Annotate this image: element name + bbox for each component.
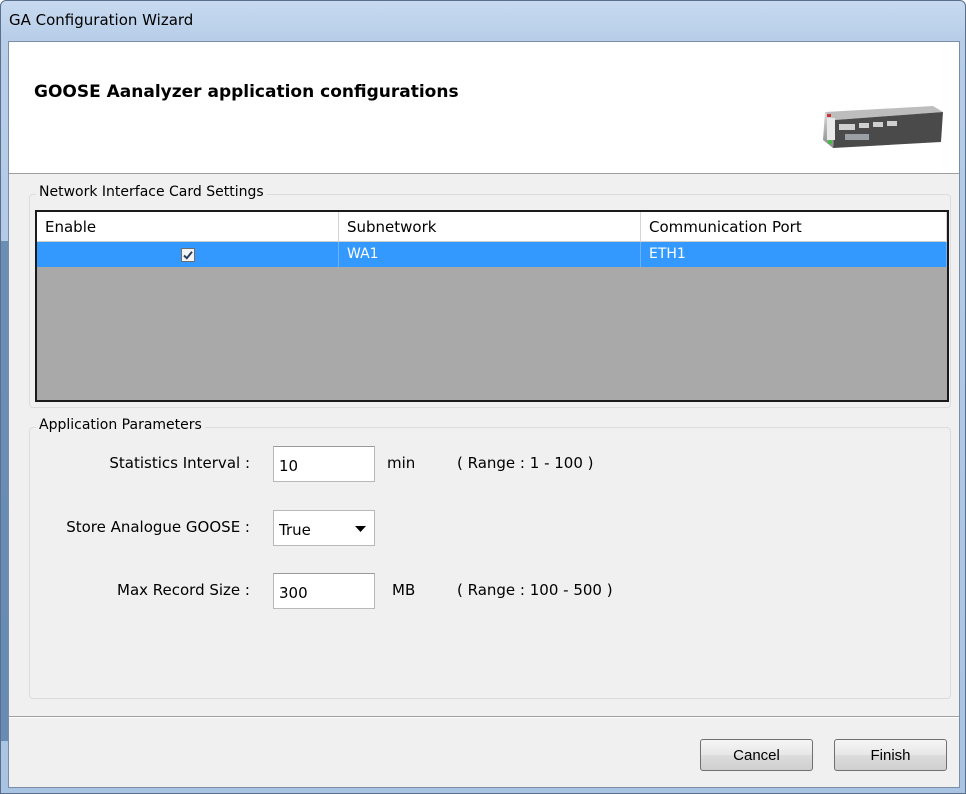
max-record-size-input[interactable]: 300	[273, 573, 375, 609]
table-row[interactable]: WA1 ETH1	[37, 242, 947, 267]
store-analogue-goose-select[interactable]: True	[273, 510, 375, 546]
window-title: GA Configuration Wizard	[9, 11, 194, 29]
enable-checkbox[interactable]	[180, 247, 195, 262]
finish-button[interactable]: Finish	[834, 739, 947, 771]
nic-settings-group: Network Interface Card Settings Enable S…	[29, 184, 951, 408]
column-header-subnetwork[interactable]: Subnetwork	[339, 212, 641, 242]
statistics-interval-label: Statistics Interval :	[109, 454, 250, 472]
check-icon	[182, 250, 193, 260]
grid-header: Enable Subnetwork Communication Port	[37, 212, 947, 242]
nic-grid[interactable]: Enable Subnetwork Communication Port WA1…	[35, 210, 949, 402]
cancel-button[interactable]: Cancel	[700, 739, 813, 771]
statistics-interval-unit: min	[387, 454, 416, 472]
max-record-size-label: Max Record Size :	[117, 581, 250, 599]
wizard-window: GA Configuration Wizard GOOSE Aanalyzer …	[0, 0, 966, 794]
chevron-down-icon	[355, 526, 366, 532]
enable-cell	[37, 242, 339, 267]
store-analogue-goose-label: Store Analogue GOOSE :	[66, 518, 250, 536]
application-parameters-legend: Application Parameters	[36, 417, 205, 433]
column-header-enable[interactable]: Enable	[37, 212, 339, 242]
footer-divider	[9, 716, 959, 718]
statistics-interval-input[interactable]: 10	[273, 446, 375, 482]
application-parameters-group: Application Parameters Statistics Interv…	[29, 417, 951, 699]
dialog-client-area: GOOSE Aanalyzer application configuratio…	[8, 41, 960, 788]
communication-port-cell: ETH1	[641, 242, 947, 267]
wizard-header: GOOSE Aanalyzer application configuratio…	[9, 42, 959, 174]
statistics-interval-range: ( Range : 1 - 100 )	[457, 454, 594, 472]
max-record-size-unit: MB	[392, 581, 416, 599]
column-header-communication-port[interactable]: Communication Port	[641, 212, 947, 242]
page-title: GOOSE Aanalyzer application configuratio…	[34, 82, 459, 102]
window-frame-accent	[1, 241, 8, 741]
store-analogue-goose-value: True	[279, 521, 311, 539]
network-appliance-image	[823, 106, 943, 148]
max-record-size-range: ( Range : 100 - 500 )	[457, 581, 613, 599]
nic-settings-legend: Network Interface Card Settings	[36, 184, 267, 200]
subnetwork-cell: WA1	[339, 242, 641, 267]
